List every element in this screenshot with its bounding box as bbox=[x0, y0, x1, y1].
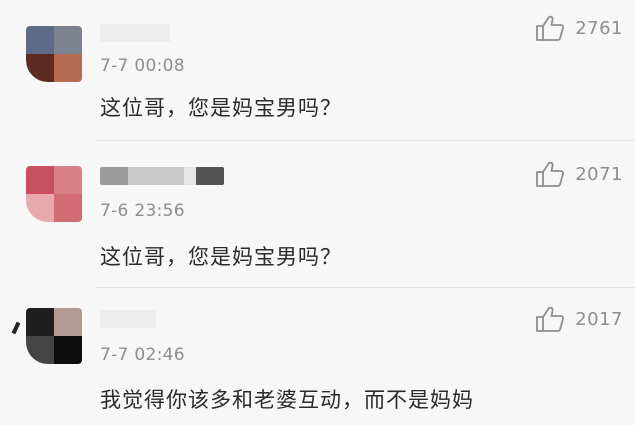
comment-text: 我觉得你该多和老婆互动，而不是妈妈 bbox=[100, 388, 474, 412]
comment-item: 7-7 00:08 这位哥，您是妈宝男吗？ 2761 bbox=[0, 0, 635, 141]
comment-text: 这位哥，您是妈宝男吗？ bbox=[100, 96, 342, 120]
comment-time: 7-7 02:46 bbox=[100, 345, 185, 365]
avatar[interactable] bbox=[26, 166, 82, 222]
username-blurred[interactable] bbox=[100, 310, 156, 328]
comment-item: 7-7 02:46 我觉得你该多和老婆互动，而不是妈妈 2017 bbox=[0, 288, 635, 425]
like-button[interactable]: 2017 bbox=[535, 305, 623, 333]
comment-time: 7-7 00:08 bbox=[100, 56, 185, 76]
thumbs-up-icon bbox=[536, 15, 565, 41]
username-blurred[interactable] bbox=[100, 167, 224, 185]
comment-text: 这位哥，您是妈宝男吗？ bbox=[100, 245, 342, 269]
thumbs-up-icon bbox=[536, 161, 565, 187]
avatar[interactable] bbox=[26, 26, 82, 82]
like-count: 2761 bbox=[575, 17, 623, 39]
like-button[interactable]: 2071 bbox=[535, 160, 623, 188]
like-count: 2071 bbox=[575, 163, 623, 185]
avatar[interactable] bbox=[26, 308, 82, 364]
comment-time: 7-6 23:56 bbox=[100, 201, 185, 221]
comment-item: 7-6 23:56 这位哥，您是妈宝男吗？ 2071 bbox=[0, 141, 635, 288]
thumbs-up-icon bbox=[536, 306, 565, 332]
like-button[interactable]: 2761 bbox=[535, 14, 623, 42]
username-blurred[interactable] bbox=[100, 24, 170, 42]
like-count: 2017 bbox=[575, 308, 623, 330]
